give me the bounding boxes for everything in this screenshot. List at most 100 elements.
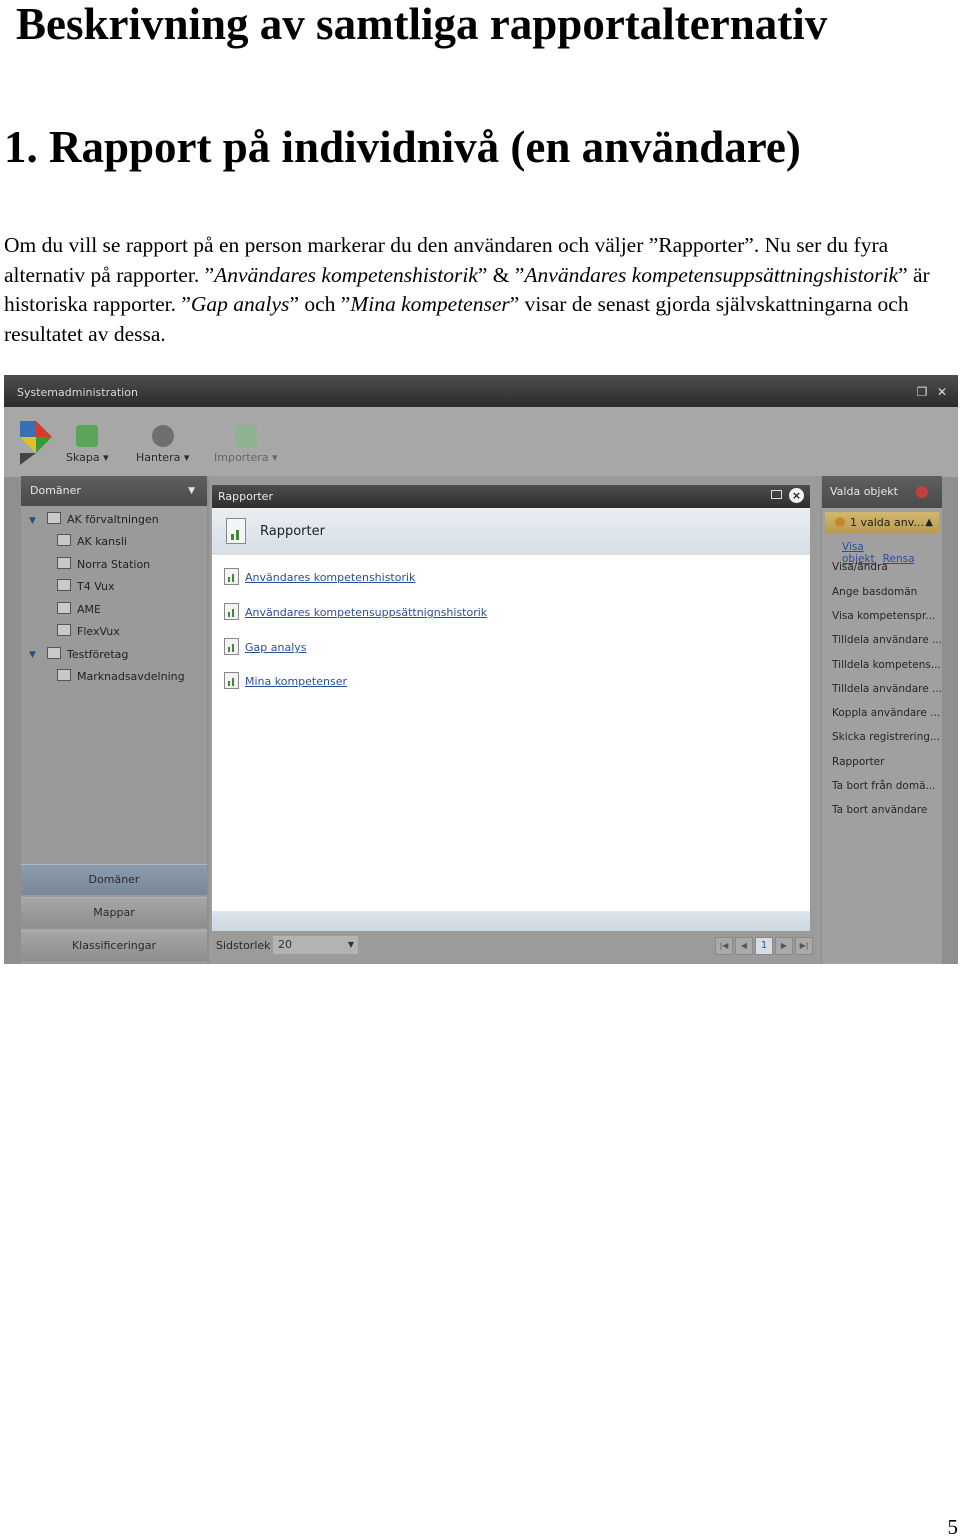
tree-node[interactable]: T4 Vux xyxy=(57,577,114,597)
action-item[interactable]: Tilldela användare ... xyxy=(832,683,942,695)
hantera-button[interactable]: Hantera ▾ xyxy=(136,425,189,464)
action-item[interactable]: Visa/ändra xyxy=(832,561,888,573)
tree-node-label: T4 Vux xyxy=(77,580,115,593)
expand-icon[interactable]: ▼ xyxy=(29,516,36,526)
action-item[interactable]: Koppla användare ... xyxy=(832,707,940,719)
report-link-label: Användares kompetenshistorik xyxy=(245,571,416,584)
selected-objects-header: Valda objekt xyxy=(822,476,942,508)
tree-node[interactable]: Testföretag xyxy=(47,645,128,665)
report-icon xyxy=(224,672,239,689)
importera-label: Importera xyxy=(214,451,269,464)
report-link[interactable]: Mina kompetenser xyxy=(224,672,347,689)
window-title: Systemadministration xyxy=(17,386,138,399)
page-size-value: 20 xyxy=(278,938,292,951)
action-item[interactable]: Ta bort användare xyxy=(832,804,927,816)
chevron-down-icon: ▼ xyxy=(347,940,354,949)
page-size-label: Sidstorlek xyxy=(216,939,271,952)
action-item[interactable]: Tilldela kompetens... xyxy=(832,659,941,671)
selected-users-dropdown[interactable]: 1 valda anv... ▲ xyxy=(825,512,939,534)
gear-icon xyxy=(151,425,174,447)
tree-node[interactable]: Norra Station xyxy=(57,555,150,575)
tree-node-label: Testföretag xyxy=(67,648,129,661)
folder-icon xyxy=(47,512,61,524)
action-item[interactable]: Skicka registrering... xyxy=(832,731,940,743)
report-link-label: Gap analys xyxy=(245,641,307,654)
chevron-up-icon: ▲ xyxy=(925,517,933,528)
report-link[interactable]: Användares kompetenshistorik xyxy=(224,568,415,585)
importera-button[interactable]: Importera ▾ xyxy=(214,425,278,464)
tree-node[interactable]: AME xyxy=(57,600,101,620)
pagination-bar: Sidstorlek 20 ▼ |◀ ◀ 1 ▶ ▶| xyxy=(209,928,821,964)
domains-header[interactable]: Domäner ▼ xyxy=(21,476,207,506)
report-icon xyxy=(224,568,239,585)
dialog-title: Rapporter xyxy=(218,490,273,503)
report-icon xyxy=(226,518,246,544)
selected-users-label: 1 valda anv... xyxy=(850,516,924,529)
dialog-footer xyxy=(212,911,810,931)
tab-domaner[interactable]: Domäner xyxy=(21,864,207,895)
app-screenshot: Systemadministration ❐ ✕ Skapa ▾ Hantera… xyxy=(4,375,958,964)
report-link-label: Användares kompetensuppsättnignshistorik xyxy=(245,606,488,619)
chevron-down-icon[interactable]: ▼ xyxy=(188,476,195,506)
dialog-titlebar: Rapporter × xyxy=(212,485,810,508)
selected-objects-title: Valda objekt xyxy=(830,485,898,498)
clear-selection-icon[interactable] xyxy=(916,486,928,498)
close-icon[interactable]: × xyxy=(789,488,804,503)
app-logo xyxy=(20,421,52,465)
expand-icon[interactable]: ▼ xyxy=(29,650,36,660)
maximize-icon[interactable] xyxy=(771,490,782,499)
action-item-rapporter[interactable]: Rapporter xyxy=(832,756,884,768)
page-number: 5 xyxy=(947,1515,959,1539)
next-page-icon[interactable]: ▶ xyxy=(775,937,793,955)
prev-page-icon[interactable]: ◀ xyxy=(735,937,753,955)
folder-icon xyxy=(57,669,71,681)
tab-mappar[interactable]: Mappar xyxy=(21,897,207,928)
tree-node-label: Norra Station xyxy=(77,558,151,571)
report-link[interactable]: Gap analys xyxy=(224,638,307,655)
body-paragraph: Om du vill se rapport på en person marke… xyxy=(4,233,930,346)
rapporter-dialog: Rapporter × Rapporter Användares kompete… xyxy=(212,485,810,931)
section-heading: 1. Rapport på individnivå (en användare) xyxy=(4,122,801,172)
report-icon xyxy=(224,638,239,655)
action-item[interactable]: Ange basdomän xyxy=(832,586,917,598)
tree-node-label: Marknadsavdelning xyxy=(77,670,185,683)
report-icon xyxy=(224,603,239,620)
folder-icon xyxy=(57,602,71,614)
selected-objects-panel: Valda objekt 1 valda anv... ▲ Visa objekt… xyxy=(822,476,942,964)
folder-icon xyxy=(47,647,61,659)
folder-icon xyxy=(57,624,71,636)
report-link-label: Mina kompetenser xyxy=(245,675,348,688)
tree-node[interactable]: AK förvaltningen xyxy=(47,510,159,530)
dialog-heading: Rapporter xyxy=(260,524,325,539)
create-icon xyxy=(76,425,99,447)
tree-node[interactable]: FlexVux xyxy=(57,622,120,642)
tree-node[interactable]: Marknadsavdelning xyxy=(57,667,185,687)
domains-panel: Domäner ▼ ▼ AK förvaltningen AK kansli No… xyxy=(21,476,207,964)
last-page-icon[interactable]: ▶| xyxy=(795,937,813,955)
hantera-label: Hantera xyxy=(136,451,181,464)
tree-node-label: AK förvaltningen xyxy=(67,513,159,526)
first-page-icon[interactable]: |◀ xyxy=(715,937,733,955)
close-window-icon[interactable]: ✕ xyxy=(934,384,950,400)
folder-icon xyxy=(57,557,71,569)
action-item[interactable]: Ta bort från domä... xyxy=(832,780,936,792)
page-size-select[interactable]: 20 ▼ xyxy=(273,936,358,954)
folder-icon xyxy=(57,534,71,546)
tree-node-label: AK kansli xyxy=(77,535,127,548)
skapa-button[interactable]: Skapa ▾ xyxy=(66,425,109,464)
domains-header-label: Domäner xyxy=(30,484,81,497)
import-icon xyxy=(234,425,257,447)
action-item[interactable]: Visa kompetenspr... xyxy=(832,610,935,622)
user-icon xyxy=(835,517,845,527)
window-titlebar: Systemadministration ❐ ✕ xyxy=(4,375,958,407)
report-link[interactable]: Användares kompetensuppsättnignshistorik xyxy=(224,603,487,620)
action-item[interactable]: Tilldela användare ... xyxy=(832,634,942,646)
restore-window-icon[interactable]: ❐ xyxy=(914,384,930,400)
skapa-label: Skapa xyxy=(66,451,100,464)
toolbar: Skapa ▾ Hantera ▾ Importera ▾ xyxy=(4,407,958,477)
tree-node[interactable]: AK kansli xyxy=(57,532,127,552)
current-page[interactable]: 1 xyxy=(755,937,773,955)
document-title: Beskrivning av samtliga rapportalternati… xyxy=(16,0,828,49)
tab-klassificeringar[interactable]: Klassificeringar xyxy=(21,930,207,961)
folder-icon xyxy=(57,579,71,591)
